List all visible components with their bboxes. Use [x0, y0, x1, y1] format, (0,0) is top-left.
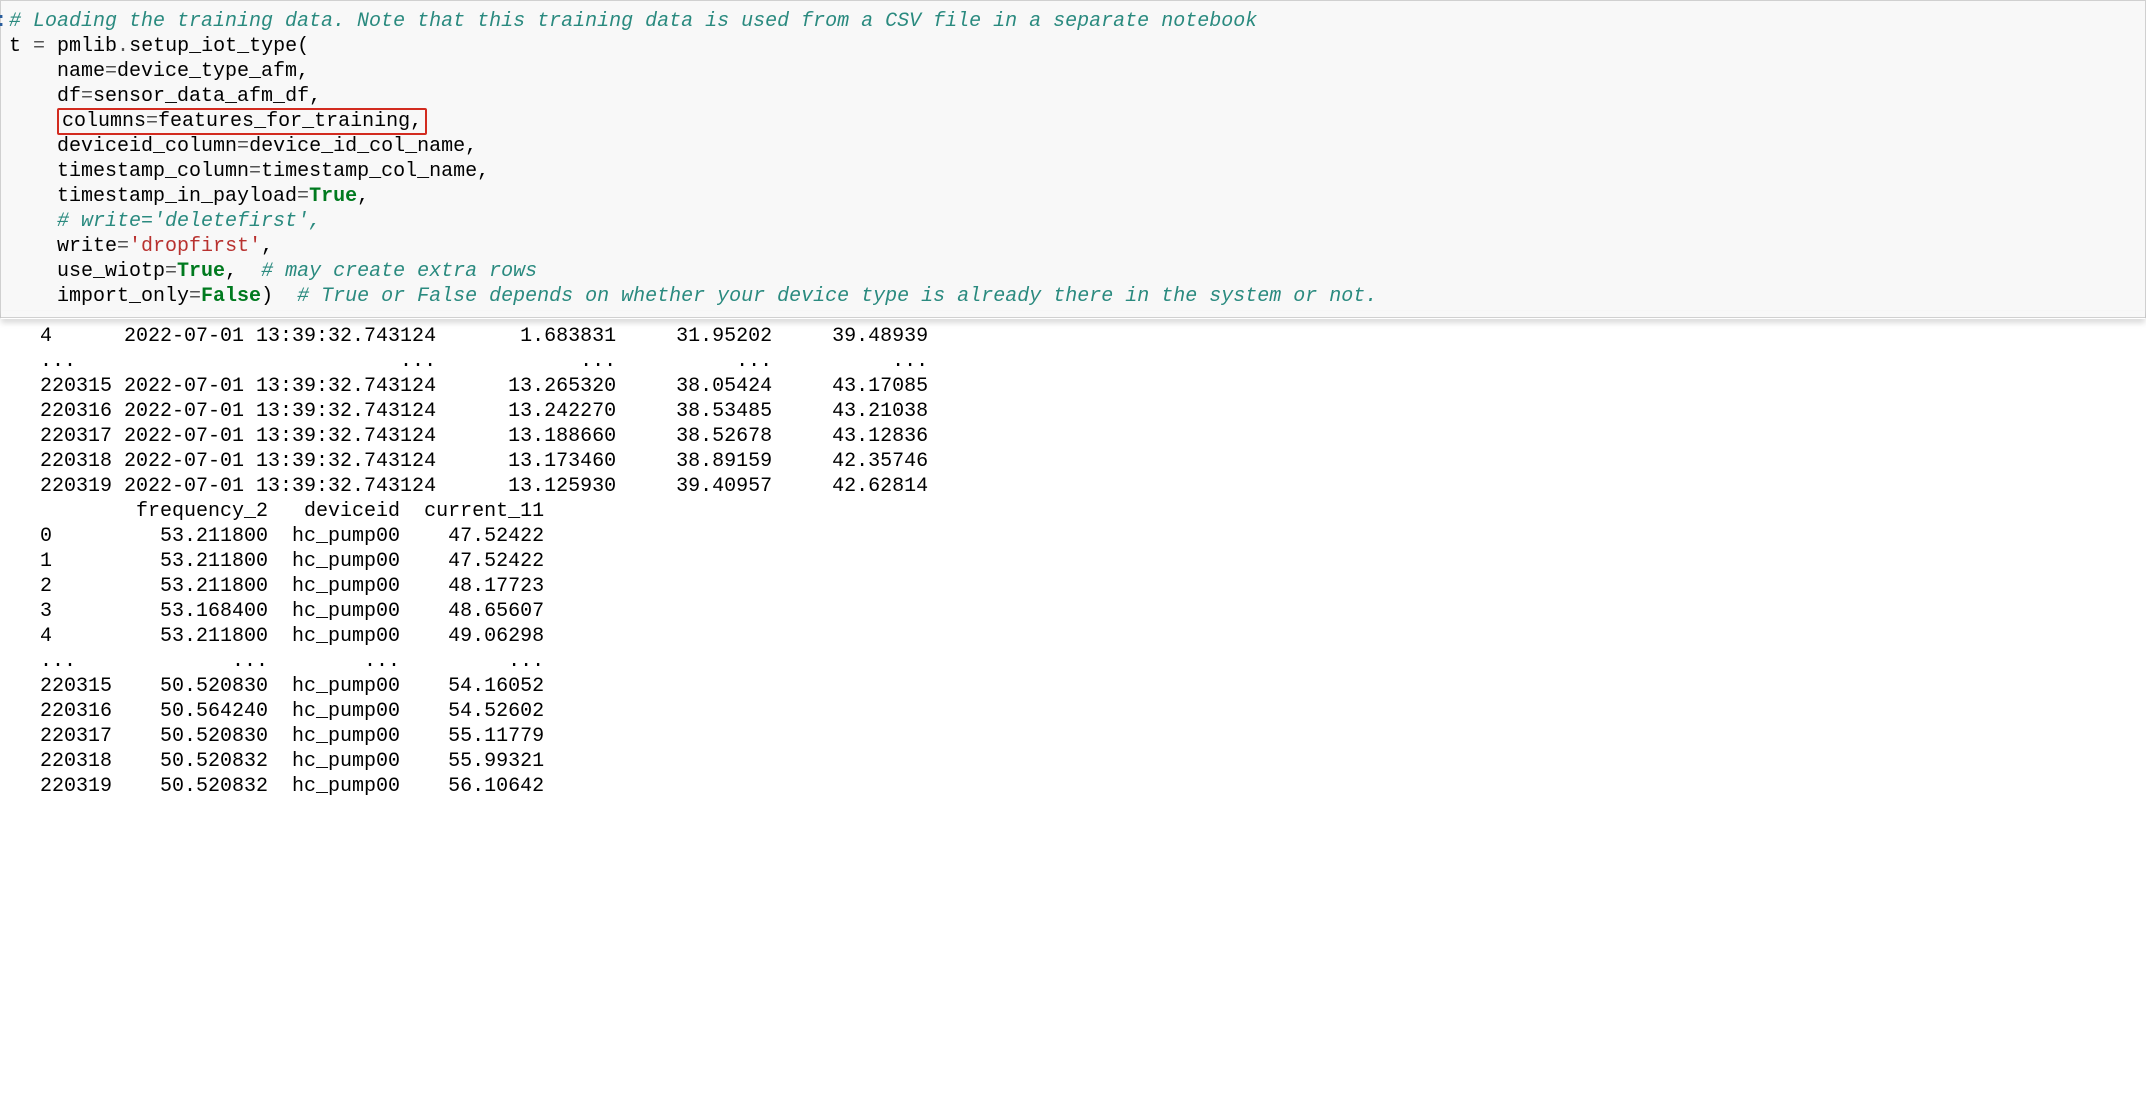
code-text: features_for_training,: [158, 110, 422, 133]
code-op: .: [117, 35, 129, 58]
output-line: ... ... ... ... ...: [40, 349, 2146, 374]
code-text: [9, 110, 57, 133]
code-text: pmlib: [45, 35, 117, 58]
output-area: 4 2022-07-01 13:39:32.743124 1.683831 31…: [0, 318, 2146, 799]
code-op: =: [237, 135, 249, 158]
code-text: deviceid_column: [9, 135, 237, 158]
code-comment: # True or False depends on whether your …: [297, 285, 1377, 308]
code-op: =: [249, 160, 261, 183]
code-keyword: True: [177, 260, 225, 283]
code-comment: # write='deletefirst',: [9, 210, 321, 233]
code-block[interactable]: # Loading the training data. Note that t…: [9, 9, 2145, 309]
code-text: write: [9, 235, 117, 258]
code-op: =: [165, 260, 177, 283]
output-line: 220318 50.520832 hc_pump00 55.99321: [40, 749, 2146, 774]
code-comment: # may create extra rows: [261, 260, 537, 283]
code-text: import_only: [9, 285, 189, 308]
output-line: 1 53.211800 hc_pump00 47.52422: [40, 549, 2146, 574]
code-op: =: [117, 235, 129, 258]
code-text: t: [9, 35, 33, 58]
code-text: timestamp_column: [9, 160, 249, 183]
code-text: device_type_afm,: [117, 60, 309, 83]
code-string: 'dropfirst': [129, 235, 261, 258]
code-op: =: [189, 285, 201, 308]
code-cell: : # Loading the training data. Note that…: [0, 0, 2146, 318]
code-text: ,: [225, 260, 261, 283]
output-line: 4 2022-07-01 13:39:32.743124 1.683831 31…: [40, 324, 2146, 349]
code-keyword: False: [201, 285, 261, 308]
code-text: ): [261, 285, 297, 308]
code-op: =: [146, 110, 158, 133]
highlighted-columns-arg: columns=features_for_training,: [57, 108, 427, 135]
output-line: 220317 50.520830 hc_pump00 55.11779: [40, 724, 2146, 749]
output-line: frequency_2 deviceid current_11: [40, 499, 2146, 524]
output-line: 220317 2022-07-01 13:39:32.743124 13.188…: [40, 424, 2146, 449]
output-line: 220316 2022-07-01 13:39:32.743124 13.242…: [40, 399, 2146, 424]
code-text: timestamp_in_payload: [9, 185, 297, 208]
output-line: 2 53.211800 hc_pump00 48.17723: [40, 574, 2146, 599]
code-op: =: [81, 85, 93, 108]
output-line: 4 53.211800 hc_pump00 49.06298: [40, 624, 2146, 649]
output-line: ... ... ... ...: [40, 649, 2146, 674]
code-text: device_id_col_name,: [249, 135, 477, 158]
output-line: 220315 50.520830 hc_pump00 54.16052: [40, 674, 2146, 699]
output-line: 220318 2022-07-01 13:39:32.743124 13.173…: [40, 449, 2146, 474]
code-op: =: [297, 185, 309, 208]
code-text: use_wiotp: [9, 260, 165, 283]
code-text: timestamp_col_name,: [261, 160, 489, 183]
code-text: sensor_data_afm_df,: [93, 85, 321, 108]
code-text: ,: [357, 185, 369, 208]
code-text: name: [9, 60, 105, 83]
output-line: 3 53.168400 hc_pump00 48.65607: [40, 599, 2146, 624]
output-line: 0 53.211800 hc_pump00 47.52422: [40, 524, 2146, 549]
output-line: 220316 50.564240 hc_pump00 54.52602: [40, 699, 2146, 724]
code-text: columns: [62, 110, 146, 133]
code-text: ,: [261, 235, 273, 258]
output-line: 220319 2022-07-01 13:39:32.743124 13.125…: [40, 474, 2146, 499]
output-line: 220319 50.520832 hc_pump00 56.10642: [40, 774, 2146, 799]
code-comment: # Loading the training data. Note that t…: [9, 10, 1257, 33]
code-op: =: [105, 60, 117, 83]
output-line: 220315 2022-07-01 13:39:32.743124 13.265…: [40, 374, 2146, 399]
cell-prompt: :: [0, 9, 7, 34]
code-text: df: [9, 85, 81, 108]
code-op: =: [33, 35, 45, 58]
code-text: setup_iot_type(: [129, 35, 309, 58]
code-keyword: True: [309, 185, 357, 208]
